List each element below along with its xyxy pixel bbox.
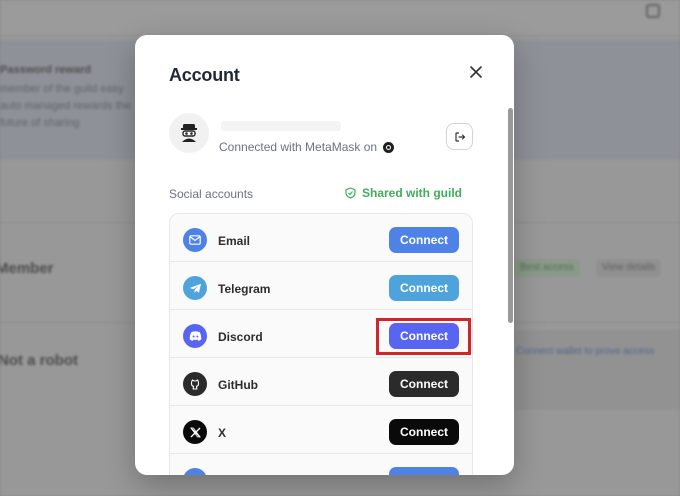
social-account-telegram: Telegram Connect [170, 262, 472, 310]
chain-icon [383, 141, 395, 153]
connected-label: Connected with MetaMask on [219, 140, 378, 154]
discord-icon [183, 324, 207, 348]
wallet-address-hidden [221, 121, 341, 131]
wallet-connection-text: Connected with MetaMask on [219, 140, 395, 154]
social-account-github: GitHub Connect [170, 358, 472, 406]
mail-icon [183, 228, 207, 252]
connect-github-button[interactable]: Connect [389, 371, 459, 397]
x-icon [183, 420, 207, 444]
disconnect-button[interactable] [446, 123, 473, 150]
shield-check-icon [345, 187, 356, 199]
x-label: X [218, 426, 227, 440]
close-button[interactable] [465, 61, 487, 83]
email-label: Email [218, 234, 251, 248]
telegram-label: Telegram [218, 282, 271, 296]
shared-with-guild-label: Shared with guild [362, 186, 463, 200]
modal-title: Account [169, 65, 240, 85]
logout-icon [454, 131, 465, 142]
avatar [169, 113, 209, 153]
close-icon [470, 66, 482, 78]
social-accounts-label: Social accounts [169, 187, 254, 201]
connect-google-button[interactable] [389, 467, 459, 475]
social-account-google [170, 454, 472, 475]
connect-email-button[interactable]: Connect [389, 227, 459, 253]
github-label: GitHub [218, 378, 258, 392]
connect-telegram-button[interactable]: Connect [389, 275, 459, 301]
social-account-x: X Connect [170, 406, 472, 454]
shared-with-guild: Shared with guild [345, 186, 462, 200]
telegram-icon [183, 276, 207, 300]
discord-label: Discord [218, 330, 263, 344]
social-account-email: Email Connect [170, 214, 472, 262]
account-modal: Account Connected with MetaMask on Socia… [135, 35, 514, 475]
highlight-box [376, 318, 471, 355]
avatar-icon [181, 124, 197, 142]
modal-scrollbar[interactable] [508, 108, 513, 323]
github-icon [183, 372, 207, 396]
connect-x-button[interactable]: Connect [389, 419, 459, 445]
google-icon [183, 468, 207, 475]
